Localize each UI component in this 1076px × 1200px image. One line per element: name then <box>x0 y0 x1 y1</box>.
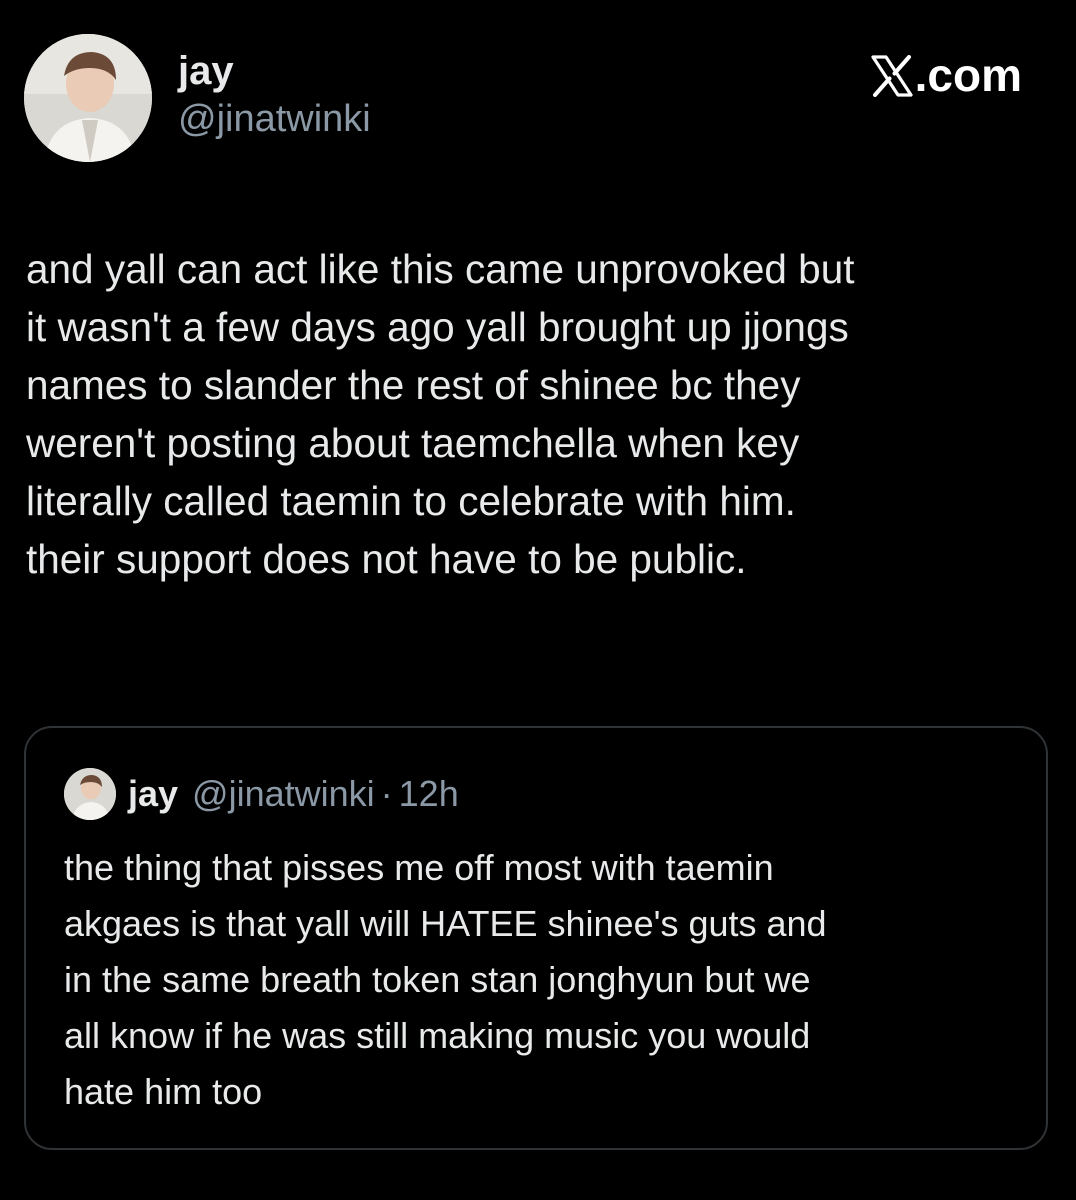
profile-photo-icon <box>24 34 152 162</box>
x-watermark: .com <box>871 48 1022 102</box>
quoted-tweet-header: jay @jinatwinki · 12h <box>64 768 459 820</box>
author-display-name[interactable]: jay <box>178 48 371 94</box>
author-avatar[interactable] <box>24 34 152 162</box>
tweet-text: and yall can act like this came unprovok… <box>26 246 855 582</box>
quoted-author-handle[interactable]: @jinatwinki <box>192 772 375 816</box>
quoted-author-avatar[interactable] <box>64 768 116 820</box>
brand-domain: .com <box>914 49 1022 101</box>
quoted-dot-separator: · <box>380 773 393 814</box>
author-handle[interactable]: @jinatwinki <box>178 96 371 142</box>
quoted-tweet-text: the thing that pisses me off most with t… <box>64 847 827 1112</box>
quoted-author-display-name[interactable]: jay <box>128 772 178 816</box>
author-info: jay @jinatwinki <box>178 48 371 142</box>
quoted-profile-photo-icon <box>64 768 116 820</box>
quoted-timestamp[interactable]: 12h <box>399 772 459 816</box>
tweet-header: jay @jinatwinki .com <box>24 34 1044 166</box>
x-logo-icon <box>871 54 913 97</box>
quoted-tweet-card[interactable]: jay @jinatwinki · 12h the thing that pis… <box>24 726 1048 1150</box>
